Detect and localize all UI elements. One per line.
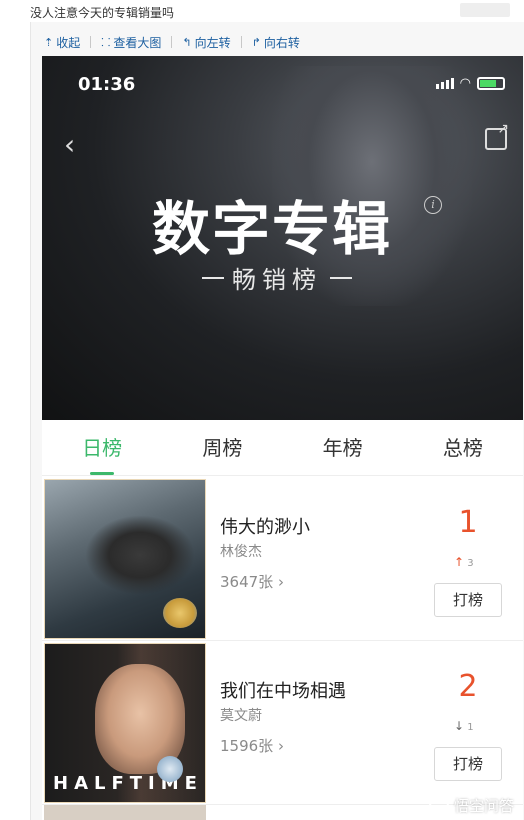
arrow-up-icon: ↑	[454, 555, 465, 569]
watermark-text: 悟空问答	[453, 797, 514, 815]
chart-tabs: 日榜 周榜 年榜 总榜	[42, 420, 523, 476]
rotate-right-icon: ↱	[251, 35, 261, 49]
status-icons: ◠	[435, 76, 505, 91]
tab-weekly[interactable]: 周榜	[162, 420, 282, 475]
divider	[330, 276, 352, 279]
album-cover[interactable]	[44, 479, 206, 639]
rotate-left-icon: ↰	[182, 35, 192, 49]
signal-icon	[435, 78, 454, 89]
page: 没人注意今天的专辑销量吗 ⇡ 收起 ⸬ 查看大图 ↰ 向左转 ↱ 向右转 01:…	[0, 0, 524, 820]
rotate-right-label: 向右转	[263, 35, 300, 50]
expand-icon: ⸬	[101, 35, 111, 49]
rank-change: ↓ 1	[454, 719, 494, 733]
view-large-button[interactable]: ⸬ 查看大图	[101, 34, 161, 51]
divider	[240, 36, 242, 48]
badge-icon	[157, 756, 183, 782]
tab-total[interactable]: 总榜	[403, 420, 523, 475]
tab-yearly[interactable]: 年榜	[283, 420, 403, 475]
album-title: 我们在中场相遇	[220, 681, 346, 702]
divider	[171, 36, 173, 48]
album-artist: 莫文蔚	[220, 708, 262, 724]
rank-change-value: 3	[467, 558, 474, 569]
status-time: 01:36	[78, 74, 136, 95]
banner-subtitle: 畅销榜	[232, 266, 322, 294]
post-title: 没人注意今天的专辑销量吗	[30, 6, 175, 20]
sales-count: 3647张	[220, 573, 274, 591]
chevron-right-icon: ›	[277, 737, 284, 755]
badge-icon	[163, 598, 197, 628]
album-title: 伟大的渺小	[220, 517, 310, 538]
collapse-label: 收起	[56, 35, 81, 50]
rank-change: ↑ 3	[454, 555, 494, 569]
sales-count: 1596张	[220, 737, 274, 755]
share-icon[interactable]	[485, 121, 509, 150]
view-large-label: 查看大图	[113, 35, 162, 50]
collapse-icon: ⇡	[44, 35, 54, 49]
rank-number: 2	[458, 669, 478, 704]
image-toolbar: ⇡ 收起 ⸬ 查看大图 ↰ 向左转 ↱ 向右转	[44, 32, 300, 52]
banner-subtitle-wrap: 畅销榜	[202, 260, 352, 295]
chart-banner: 01:36 ◠ ‹ 数字专辑 i 畅销榜	[42, 56, 523, 420]
tab-daily[interactable]: 日榜	[42, 420, 162, 475]
divider	[90, 36, 92, 48]
collapse-button[interactable]: ⇡ 收起	[44, 34, 80, 51]
watermark: 悟空问答	[428, 795, 514, 816]
blurred-element	[460, 3, 510, 17]
cover-figure	[85, 515, 195, 595]
chevron-right-icon: ›	[277, 573, 284, 591]
back-icon[interactable]: ‹	[64, 128, 75, 161]
list-item[interactable]: HALFTIME 我们在中场相遇 莫文蔚 1596张 › 2 ↓ 1 打榜	[42, 641, 523, 805]
speech-bubble-icon	[428, 797, 449, 814]
battery-icon	[477, 77, 505, 90]
rotate-right-button[interactable]: ↱ 向右转	[252, 34, 300, 51]
banner-title: 数字专辑	[152, 195, 393, 263]
arrow-down-icon: ↓	[454, 719, 465, 733]
wifi-icon: ◠	[459, 76, 471, 91]
album-list: 伟大的渺小 林俊杰 3647张 › 1 ↑ 3 打榜 HALFTIME 我们在中…	[42, 477, 523, 805]
album-sales[interactable]: 1596张 ›	[220, 735, 284, 756]
album-artist: 林俊杰	[220, 544, 262, 560]
album-cover[interactable]: HALFTIME	[44, 643, 206, 803]
rotate-left-button[interactable]: ↰ 向左转	[182, 34, 230, 51]
vote-button[interactable]: 打榜	[434, 747, 502, 781]
rank-number: 1	[458, 505, 478, 540]
album-cover	[44, 805, 206, 820]
album-sales[interactable]: 3647张 ›	[220, 571, 284, 592]
rank-change-value: 1	[467, 722, 474, 733]
rotate-left-label: 向左转	[194, 35, 231, 50]
phone-screenshot: 01:36 ◠ ‹ 数字专辑 i 畅销榜 日榜 周榜 年榜 总榜	[42, 56, 523, 820]
info-icon[interactable]: i	[424, 196, 442, 214]
vote-button[interactable]: 打榜	[434, 583, 502, 617]
list-item[interactable]: 伟大的渺小 林俊杰 3647张 › 1 ↑ 3 打榜	[42, 477, 523, 641]
divider	[202, 276, 224, 279]
